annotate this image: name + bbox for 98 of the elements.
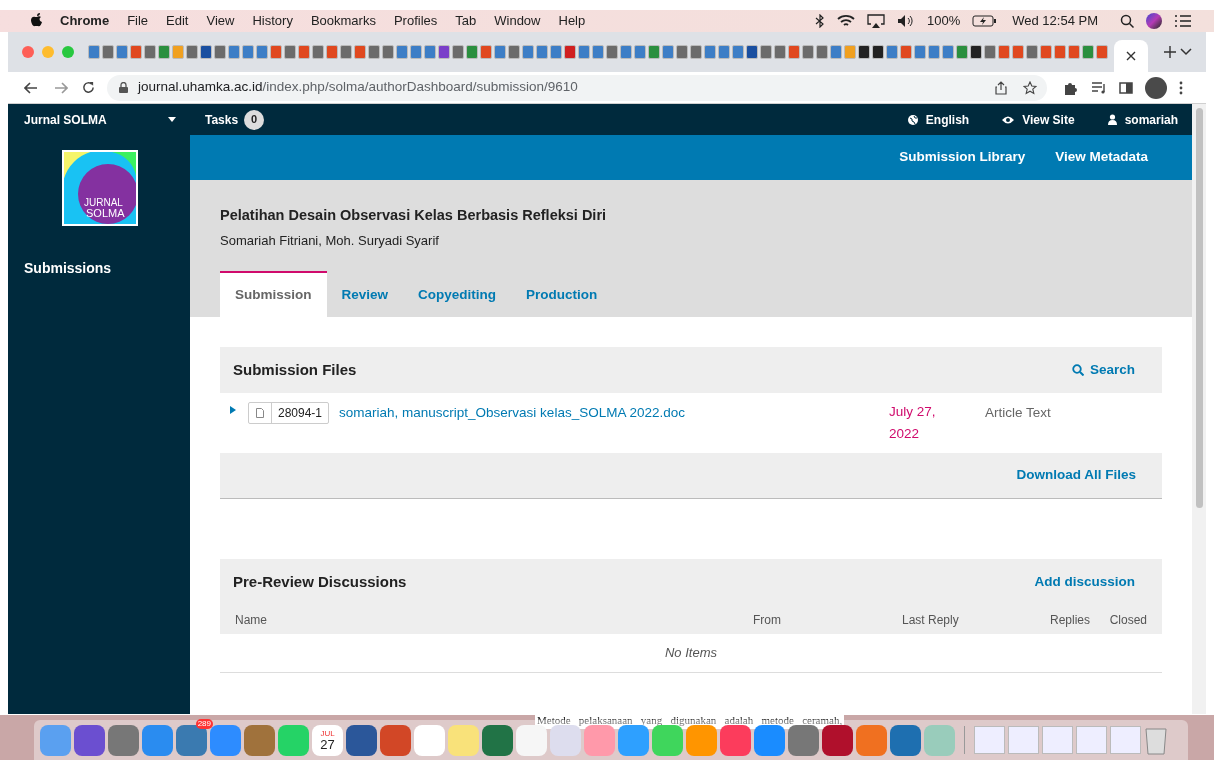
side-panel-icon[interactable] bbox=[1119, 81, 1133, 94]
menu-item[interactable]: Chrome bbox=[60, 11, 110, 31]
context-link[interactable]: Submission Library bbox=[899, 147, 1026, 168]
dropdown-caret-icon[interactable] bbox=[168, 117, 176, 122]
app-icon[interactable] bbox=[720, 724, 751, 756]
forward-arrow-icon[interactable] bbox=[54, 81, 68, 94]
app-icon[interactable] bbox=[108, 724, 139, 756]
eye-icon bbox=[1002, 115, 1015, 124]
search-link[interactable]: Search bbox=[1071, 359, 1135, 381]
menu-icon[interactable] bbox=[1174, 15, 1192, 27]
download-all-link[interactable]: Download All Files bbox=[1016, 465, 1136, 486]
more-options-icon[interactable] bbox=[1179, 80, 1183, 95]
back-arrow-icon[interactable] bbox=[24, 81, 38, 94]
reload-icon[interactable] bbox=[82, 81, 95, 94]
menu-item[interactable]: History bbox=[252, 11, 293, 31]
document-icon bbox=[256, 408, 264, 418]
tab-search-chevron-icon[interactable] bbox=[1180, 48, 1192, 56]
file-id-badge: 28094-1 bbox=[248, 402, 330, 424]
journal-switcher[interactable]: Jurnal SOLMA bbox=[24, 110, 107, 129]
menu-item[interactable]: View bbox=[206, 11, 235, 31]
bluetooth-icon[interactable] bbox=[815, 14, 825, 28]
document-thumbnail[interactable] bbox=[1008, 726, 1039, 754]
logo-text: JURNAL bbox=[84, 198, 123, 208]
menu-item[interactable]: Bookmarks bbox=[310, 11, 376, 31]
app-icon[interactable] bbox=[74, 724, 105, 756]
search-icon bbox=[1071, 364, 1084, 376]
column-header: Closed bbox=[1108, 612, 1147, 629]
media-controls-icon[interactable] bbox=[1091, 81, 1107, 94]
menu-item[interactable]: File bbox=[127, 11, 149, 31]
submission-authors: Somariah Fitriani, Moh. Suryadi Syarif bbox=[220, 231, 440, 250]
header-link[interactable]: English bbox=[907, 110, 970, 129]
document-thumbnail[interactable] bbox=[1042, 726, 1073, 754]
column-header: Replies bbox=[1048, 612, 1090, 629]
tasks-count-badge: 0 bbox=[244, 109, 265, 130]
logo-drawing bbox=[64, 152, 136, 224]
tasks-link[interactable]: Tasks bbox=[205, 110, 239, 129]
clock[interactable]: Wed 12:54 PM bbox=[1012, 11, 1098, 31]
menu-item[interactable]: Edit bbox=[166, 11, 189, 31]
search-icon[interactable] bbox=[1120, 14, 1134, 28]
journal-logo[interactable]: JURNAL SOLMA bbox=[62, 150, 138, 226]
header-link[interactable]: View Site bbox=[1002, 110, 1075, 129]
notification-badge: 289 bbox=[195, 718, 213, 729]
document-thumbnail[interactable] bbox=[1110, 726, 1141, 754]
share-icon[interactable] bbox=[995, 80, 1007, 95]
extensions-icon[interactable] bbox=[1063, 80, 1077, 95]
app-icon[interactable] bbox=[482, 724, 513, 756]
close-tab-icon[interactable] bbox=[1126, 51, 1136, 61]
wifi-icon[interactable] bbox=[837, 14, 855, 28]
profile-avatar[interactable] bbox=[1145, 76, 1167, 99]
menu-item[interactable]: Window bbox=[494, 11, 541, 31]
sidebar-item[interactable]: Submissions bbox=[24, 258, 190, 279]
app-icon[interactable] bbox=[176, 724, 207, 756]
column-header: From bbox=[753, 612, 782, 629]
app-icon[interactable] bbox=[890, 724, 921, 756]
column-header: Name bbox=[235, 612, 268, 629]
header-link[interactable]: somariah bbox=[1107, 110, 1178, 129]
url-text: journal.uhamka.ac.id/index.php/solma/authorDashboard/submission/9610 bbox=[138, 78, 578, 97]
context-link[interactable]: View Metadata bbox=[1055, 147, 1148, 168]
battery-percent: 100% bbox=[927, 12, 961, 31]
new-tab-icon[interactable] bbox=[1164, 46, 1176, 58]
document-thumbnail[interactable] bbox=[1076, 726, 1107, 754]
user-icon bbox=[1107, 114, 1117, 125]
app-icon[interactable] bbox=[822, 724, 853, 756]
panel-title: Pre-Review Discussions bbox=[233, 572, 407, 593]
submission-title: Pelatihan Desain Observasi Kelas Berbasis Refleksi Diri bbox=[220, 206, 608, 225]
workflow-tab[interactable]: Submission bbox=[220, 271, 327, 317]
apple-logo-icon[interactable] bbox=[30, 13, 44, 29]
calendar-day: 27 bbox=[320, 737, 335, 751]
calendar-month: JUL bbox=[320, 729, 335, 738]
app-icon[interactable] bbox=[754, 724, 785, 756]
battery-icon[interactable] bbox=[972, 15, 997, 27]
file-type: Article Text bbox=[985, 404, 1051, 422]
empty-message: No Items bbox=[665, 644, 717, 663]
column-header: Last Reply bbox=[902, 612, 960, 629]
menu-item[interactable]: Profiles bbox=[393, 11, 438, 31]
document-thumbnail[interactable] bbox=[974, 726, 1005, 754]
airplay-icon[interactable] bbox=[867, 14, 885, 28]
app-icon[interactable] bbox=[346, 724, 377, 756]
expand-arrow-icon[interactable] bbox=[230, 406, 236, 414]
app-icon[interactable]: JUL 27 bbox=[312, 724, 343, 756]
close-window-icon[interactable] bbox=[22, 46, 34, 58]
logo-text: SOLMA bbox=[86, 208, 125, 219]
globe-icon bbox=[907, 114, 918, 125]
add-discussion-link[interactable]: Add discussion bbox=[1034, 572, 1135, 593]
lock-icon bbox=[119, 82, 128, 93]
trash-icon[interactable] bbox=[1144, 725, 1168, 755]
menu-item[interactable]: Help bbox=[558, 11, 586, 31]
app-icon[interactable] bbox=[788, 724, 819, 756]
app-icon[interactable] bbox=[380, 724, 411, 756]
file-date: July 27, 2022 bbox=[889, 403, 937, 443]
panel-title: Submission Files bbox=[233, 359, 357, 380]
siri-icon[interactable] bbox=[1146, 13, 1162, 29]
address-bar[interactable]: journal.uhamka.ac.id/index.php/solma/authorDashboard/submission/9610 bbox=[107, 74, 1047, 101]
volume-icon[interactable] bbox=[897, 14, 915, 28]
menu-item[interactable]: Tab bbox=[455, 11, 477, 31]
background-document-text: Metode pelaksanaan yang digunakan adalah metode ceramah, bbox=[535, 712, 845, 729]
bookmark-star-icon[interactable] bbox=[1023, 80, 1037, 95]
file-name-link[interactable]: somariah, manuscript_Observasi kelas_SOLMA 2022.doc bbox=[339, 403, 890, 424]
